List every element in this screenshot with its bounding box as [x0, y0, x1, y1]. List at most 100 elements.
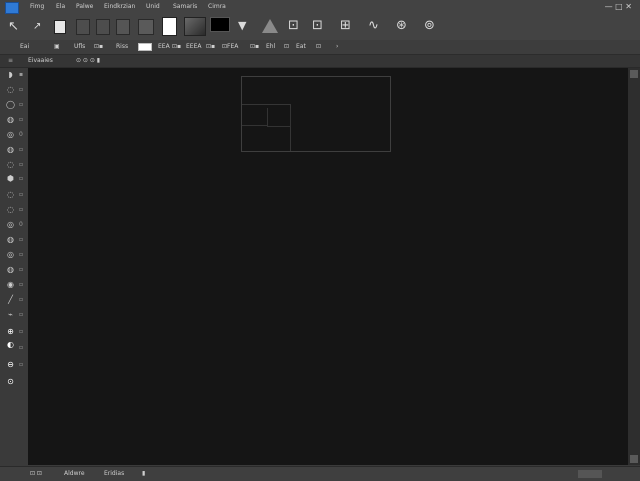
- tool-icon[interactable]: ◍: [6, 145, 15, 154]
- black-swatch-icon[interactable]: [210, 17, 230, 32]
- tool-sub-icon[interactable]: ▫: [19, 265, 24, 274]
- crop-icon[interactable]: ⊞: [340, 18, 351, 34]
- document-tab[interactable]: Eivaaies: [28, 57, 53, 65]
- tool-icon[interactable]: ◉: [6, 280, 15, 289]
- canvas-area[interactable]: [28, 68, 628, 465]
- menu-item-3[interactable]: Palwe: [76, 3, 93, 11]
- menu-item-5[interactable]: Unid: [146, 3, 160, 11]
- tool-sub-icon[interactable]: ▫: [19, 145, 24, 154]
- tool-icon[interactable]: ◎: [6, 250, 15, 259]
- tool-sub-icon[interactable]: ▫: [19, 205, 24, 214]
- status-bar: ⊡ ⊡ Aldwre Eridias ▮: [0, 466, 640, 481]
- tool-icon[interactable]: ◌: [6, 160, 15, 169]
- tool-icon[interactable]: ◎: [6, 220, 15, 229]
- selection-icon[interactable]: ⊡: [312, 18, 323, 34]
- swatch-icon[interactable]: [96, 19, 110, 35]
- tool-icon[interactable]: ◍: [6, 235, 15, 244]
- tool-sub-icon[interactable]: ▫: [19, 310, 24, 319]
- opt-item[interactable]: ▣: [54, 43, 60, 51]
- opt-item[interactable]: Eat: [296, 43, 306, 51]
- status-icon: ▮: [142, 470, 146, 477]
- horizontal-scrollbar-thumb[interactable]: [578, 470, 602, 478]
- hand-tool-icon[interactable]: ⊕: [6, 327, 15, 336]
- swatch-icon[interactable]: [138, 19, 154, 35]
- scroll-up-button[interactable]: [630, 70, 638, 78]
- tool-sub-icon[interactable]: ▫: [19, 160, 24, 169]
- eyedropper-tool-icon[interactable]: ⌁: [6, 310, 15, 319]
- tool-sub-icon[interactable]: ▫: [19, 250, 24, 259]
- tool-sub-icon[interactable]: ▫: [19, 327, 24, 336]
- window-controls[interactable]: — □ ✕: [605, 2, 632, 12]
- tool-sub-icon[interactable]: ▫: [19, 295, 24, 304]
- tool-sub-icon[interactable]: ▫: [19, 85, 24, 94]
- status-label: Aldwre: [64, 470, 85, 477]
- mask-mode-icon[interactable]: ⊙: [6, 377, 15, 386]
- tool-icon[interactable]: ◍: [6, 115, 15, 124]
- swatch-icon[interactable]: [116, 19, 130, 35]
- foreground-color-icon[interactable]: ⊖: [6, 360, 15, 369]
- color-field[interactable]: [138, 43, 152, 51]
- cube-tool-icon[interactable]: ⬢: [6, 174, 15, 183]
- opt-item[interactable]: EEA: [158, 43, 170, 51]
- tool-icon[interactable]: ◌: [6, 190, 15, 199]
- document-tab-bar: ≡ Eivaaies ⊙ ⊙ ⊙ ▮: [0, 55, 640, 68]
- tool-sub-icon[interactable]: ▫: [19, 343, 24, 352]
- tool-sub-icon[interactable]: ▫: [19, 280, 24, 289]
- zoom-tool-icon[interactable]: ◐: [6, 340, 15, 349]
- opt-item[interactable]: ⊡FEA: [222, 43, 238, 51]
- opt-item[interactable]: ⊡▪: [94, 43, 103, 51]
- panel-grip-icon: ≡: [8, 57, 14, 64]
- tool-sub-icon[interactable]: ▫: [19, 115, 24, 124]
- menu-item-6[interactable]: Samaris: [173, 3, 197, 11]
- vertical-scrollbar[interactable]: [628, 68, 640, 465]
- tools-panel: ◗ ▪ ◌ ▫ ◯ ▫ ◍ ▫ ◎ 0 ◍ ▫ ◌ ▫ ⬢ ▫ ◌ ▫ ◌ ▫ …: [0, 68, 28, 466]
- transform-icon[interactable]: ⊛: [396, 18, 407, 34]
- arrow-tool-icon[interactable]: ↗: [33, 19, 41, 35]
- menu-item-1[interactable]: Fimg: [30, 3, 44, 11]
- triangle-icon[interactable]: [262, 19, 278, 33]
- opt-item[interactable]: ⊡: [284, 43, 289, 51]
- tool-sub-icon[interactable]: ▫: [19, 235, 24, 244]
- opt-item[interactable]: ⊡▪: [206, 43, 215, 51]
- tab-icons[interactable]: ⊙ ⊙ ⊙ ▮: [76, 57, 100, 65]
- target-icon[interactable]: ⊚: [424, 18, 435, 34]
- opt-item[interactable]: Eai: [20, 43, 29, 51]
- tool-sub-icon[interactable]: ▫: [19, 190, 24, 199]
- brush-tool-icon[interactable]: ╱: [6, 295, 15, 304]
- tool-icon[interactable]: ◌: [6, 85, 15, 94]
- layer-icon[interactable]: [54, 20, 66, 34]
- tool-sub-icon[interactable]: 0: [19, 130, 24, 139]
- gradient-square-icon[interactable]: [184, 17, 206, 36]
- cursor-icon[interactable]: ▼: [238, 18, 246, 34]
- tool-sub-icon[interactable]: ▫: [19, 174, 24, 183]
- tool-icon[interactable]: ◌: [6, 205, 15, 214]
- tool-icon[interactable]: ◎: [6, 130, 15, 139]
- opt-item[interactable]: EEEA: [186, 43, 201, 51]
- menu-item-2[interactable]: Ela: [56, 3, 65, 11]
- opt-item[interactable]: Ehl: [266, 43, 275, 51]
- opt-item[interactable]: ⊡▪: [250, 43, 259, 51]
- tool-icon[interactable]: ◍: [6, 265, 15, 274]
- white-page-icon[interactable]: [162, 17, 177, 36]
- opt-item[interactable]: Riss: [116, 43, 128, 51]
- status-icons[interactable]: ⊡ ⊡: [30, 470, 42, 478]
- opt-item[interactable]: Ufls: [74, 43, 85, 51]
- tool-icon[interactable]: ◯: [6, 100, 15, 109]
- tool-icon[interactable]: ◗: [6, 70, 15, 79]
- app-logo-icon: [5, 2, 19, 14]
- opt-item[interactable]: ⊡: [316, 43, 321, 51]
- tool-sub-icon[interactable]: ▫: [19, 100, 24, 109]
- chevron-right-icon[interactable]: ›: [336, 43, 338, 51]
- layer-outline: [267, 108, 291, 127]
- opt-item[interactable]: ⊡▪: [172, 43, 181, 51]
- tool-sub-icon[interactable]: ▫: [19, 360, 24, 369]
- move-tool-icon[interactable]: ↖: [8, 19, 19, 35]
- scroll-down-button[interactable]: [630, 455, 638, 463]
- path-icon[interactable]: ∿: [368, 18, 379, 34]
- tool-sub-icon[interactable]: 0: [19, 220, 24, 229]
- menu-item-7[interactable]: Cimra: [208, 3, 226, 11]
- swatch-icon[interactable]: [76, 19, 90, 35]
- selection-icon[interactable]: ⊡: [288, 18, 299, 34]
- tool-sub-icon[interactable]: ▪: [19, 70, 24, 79]
- menu-item-4[interactable]: Eindkrzian: [104, 3, 135, 11]
